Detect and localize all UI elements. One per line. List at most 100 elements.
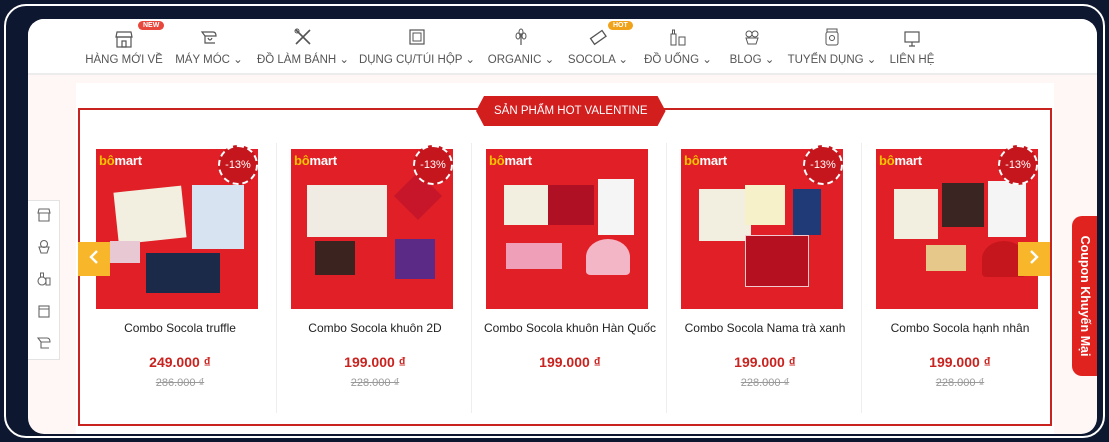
carousel-next-button[interactable] <box>1018 242 1050 276</box>
card-divider <box>471 143 472 413</box>
product-card[interactable]: bômart -13% Combo Socola truffle 249.000… <box>84 141 276 421</box>
product-item <box>110 241 140 263</box>
sidebar-item-box[interactable] <box>28 297 59 329</box>
discount-badge: -13% <box>803 145 843 185</box>
sidebar-item-cupcake[interactable] <box>28 233 59 265</box>
bomart-logo: bômart <box>684 153 727 168</box>
new-badge: NEW <box>138 21 165 30</box>
product-price: 199.000 ₫ <box>929 354 991 370</box>
category-nav: NEW HÀNG MỚI VỀ MÁY MÓC ⌄ ĐỒ LÀM BÁNH ⌄ <box>28 19 1097 75</box>
product-gift-bag <box>745 235 809 287</box>
device-frame: NEW HÀNG MỚI VỀ MÁY MÓC ⌄ ĐỒ LÀM BÁNH ⌄ <box>4 4 1105 438</box>
product-leaflet <box>113 185 187 245</box>
nav-item-label: SOCOLA ⌄ <box>567 54 629 66</box>
product-old-price: 228.000 ₫ <box>740 377 790 389</box>
product-name[interactable]: Combo Socola Nama trà xanh <box>669 321 861 335</box>
product-name[interactable]: Combo Socola hạnh nhân <box>864 321 1056 335</box>
product-price: 199.000 ₫ <box>539 354 601 370</box>
product-name[interactable]: Combo Socola khuôn 2D <box>279 321 471 335</box>
product-price: 249.000 ₫ <box>149 354 211 370</box>
stand-mixer-icon <box>36 335 52 356</box>
cupcake-icon <box>36 239 52 260</box>
product-card[interactable]: bômart -13% Combo Socola khuôn 2D 199.00… <box>279 141 471 421</box>
nav-item-drinks[interactable]: ĐỒ UỐNG ⌄ <box>644 19 712 73</box>
product-card[interactable]: bômart -13% Combo Socola hạnh nhân 199.0… <box>864 141 1056 421</box>
coupon-label: Coupon Khuyến Mại <box>1078 235 1092 357</box>
nav-item-label: TUYỂN DỤNG ⌄ <box>787 54 877 66</box>
bomart-logo: bômart <box>99 153 142 168</box>
section-title: SẢN PHẨM HOT VALENTINE <box>476 96 666 126</box>
product-card[interactable]: bômart -13% Combo Socola Nama trà xanh 1… <box>669 141 861 421</box>
nav-item-label: LIÊN HỆ <box>889 54 935 66</box>
product-price: 199.000 ₫ <box>734 354 796 370</box>
bomart-logo: bômart <box>294 153 337 168</box>
bomart-logo: bômart <box>489 153 532 168</box>
browser-viewport: NEW HÀNG MỚI VỀ MÁY MÓC ⌄ ĐỒ LÀM BÁNH ⌄ <box>28 19 1097 434</box>
product-leaflet <box>504 185 548 225</box>
product-old-price: 286.000 ₫ <box>155 377 205 389</box>
product-box <box>745 185 785 225</box>
product-old-price: 228.000 ₫ <box>935 377 985 389</box>
nav-item-jobs[interactable]: TUYỂN DỤNG ⌄ <box>787 19 877 73</box>
nav-item-contact[interactable]: LIÊN HỆ <box>888 19 936 73</box>
product-price: 199.000 ₫ <box>344 354 406 370</box>
jar-icon <box>822 27 842 47</box>
hot-badge: HOT <box>608 21 633 30</box>
nav-item-organic[interactable]: ORGANIC ⌄ <box>488 19 554 73</box>
nav-item-label: ORGANIC ⌄ <box>487 54 555 66</box>
product-mold <box>548 185 594 225</box>
wheat-icon <box>511 27 531 47</box>
nav-item-new[interactable]: NEW HÀNG MỚI VỀ <box>85 19 165 73</box>
carousel-prev-button[interactable] <box>78 242 110 276</box>
chevron-left-icon <box>88 249 100 270</box>
discount-badge: -13% <box>998 145 1038 185</box>
nav-item-label: ĐỒ UỐNG ⌄ <box>644 54 712 66</box>
product-leaflet <box>699 189 751 241</box>
nav-item-chocolate[interactable]: HOT SOCOLA ⌄ <box>567 19 633 73</box>
product-item <box>926 245 966 271</box>
nav-item-blog[interactable]: BLOG ⌄ <box>728 19 776 73</box>
nav-item-label: MÁY MÓC ⌄ <box>175 54 243 66</box>
product-heart-box <box>586 239 630 275</box>
baking-tools-icon <box>293 27 313 47</box>
bottles-icon <box>36 271 52 292</box>
stand-mixer-icon <box>199 27 219 47</box>
nav-item-baking[interactable]: ĐỒ LÀM BÁNH ⌄ <box>257 19 349 73</box>
coupon-tab[interactable]: Coupon Khuyến Mại <box>1072 216 1097 376</box>
discount-badge: -13% <box>413 145 453 185</box>
card-divider <box>276 143 277 413</box>
product-leaflet <box>894 189 938 239</box>
card-divider <box>861 143 862 413</box>
product-mold <box>942 183 984 227</box>
nav-item-label: DỤNG CỤ/TÚI HỘP ⌄ <box>358 54 476 66</box>
box-icon <box>407 27 427 47</box>
bottles-icon <box>668 27 688 47</box>
sidebar-item-bottles[interactable] <box>28 265 59 297</box>
sidebar-item-store[interactable] <box>28 201 59 233</box>
box-icon <box>36 303 52 324</box>
product-gift-box <box>395 239 435 279</box>
product-gift-box <box>146 253 220 293</box>
product-image[interactable]: bômart <box>486 149 648 309</box>
floating-category-sidebar <box>28 200 60 360</box>
product-bag <box>988 181 1026 237</box>
cupcake-icon <box>742 27 762 47</box>
bomart-logo: bômart <box>879 153 922 168</box>
chocolate-bar-icon <box>588 27 608 47</box>
product-name[interactable]: Combo Socola khuôn Hàn Quốc <box>474 321 666 335</box>
nav-item-label: HÀNG MỚI VỀ <box>85 54 163 66</box>
product-name[interactable]: Combo Socola truffle <box>84 321 276 335</box>
product-item <box>315 241 355 275</box>
sidebar-item-mixer[interactable] <box>28 329 59 361</box>
product-bag <box>598 179 634 235</box>
product-box <box>192 185 244 249</box>
nav-item-tools[interactable]: DỤNG CỤ/TÚI HỘP ⌄ <box>359 19 475 73</box>
discount-badge: -13% <box>218 145 258 185</box>
nav-item-machines[interactable]: MÁY MÓC ⌄ <box>175 19 243 73</box>
product-card[interactable]: bômart Combo Socola khuôn Hàn Quốc 199.0… <box>474 141 666 421</box>
computer-icon <box>902 29 922 49</box>
product-item <box>506 243 562 269</box>
store-icon <box>36 207 52 228</box>
product-mold <box>307 185 387 237</box>
valentine-section: SẢN PHẨM HOT VALENTINE bômart -13% Combo… <box>76 83 1054 434</box>
